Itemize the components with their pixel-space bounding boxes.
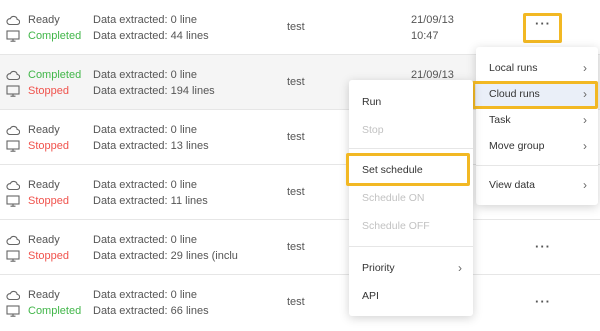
status-cell: Ready Stopped xyxy=(6,122,69,154)
highlight-box xyxy=(472,81,598,109)
menu-item-view-data[interactable]: View data › xyxy=(476,173,598,197)
task-name: test xyxy=(287,131,305,143)
menu-item-label: Priority xyxy=(362,262,395,274)
menu-item-stop: Stop xyxy=(362,124,384,136)
table-row[interactable]: Ready Stopped Data extracted: 0 line Dat… xyxy=(0,220,600,275)
menu-divider xyxy=(476,165,598,166)
task-name: test xyxy=(287,241,305,253)
cloud-icon xyxy=(6,15,20,26)
status-cell: Ready Stopped xyxy=(6,177,69,209)
menu-item-local-runs[interactable]: Local runs › xyxy=(476,56,598,80)
cloud-data-text: Data extracted: 0 line xyxy=(93,289,197,301)
monitor-icon xyxy=(6,195,20,207)
cloud-icon xyxy=(6,70,20,81)
monitor-icon xyxy=(6,305,20,317)
menu-item-label: Task xyxy=(489,114,511,126)
cloud-data-text: Data extracted: 0 line xyxy=(93,234,197,246)
data-cell: Data extracted: 0 line Data extracted: 1… xyxy=(93,122,209,154)
cloud-status: Ready xyxy=(28,234,60,246)
data-cell: Data extracted: 0 line Data extracted: 2… xyxy=(93,232,238,264)
highlight-box xyxy=(523,13,562,43)
local-status: Stopped xyxy=(28,195,69,207)
local-status: Stopped xyxy=(28,85,69,97)
chevron-right-icon: › xyxy=(583,61,587,75)
local-data-text: Data extracted: 66 lines xyxy=(93,305,209,317)
menu-item-api[interactable]: API xyxy=(349,284,473,308)
more-button[interactable]: ··· xyxy=(530,295,556,314)
cloud-data-text: Data extracted: 0 line xyxy=(93,179,197,191)
menu-item-move-group[interactable]: Move group › xyxy=(476,134,598,158)
menu-item-priority[interactable]: Priority › xyxy=(349,256,473,280)
highlight-box xyxy=(346,153,470,186)
time-text: 10:47 xyxy=(411,30,439,42)
local-status: Completed xyxy=(28,305,82,317)
menu-divider xyxy=(349,148,473,149)
data-cell: Data extracted: 0 line Data extracted: 1… xyxy=(93,67,215,99)
cloud-icon xyxy=(6,125,20,136)
local-data-text: Data extracted: 13 lines xyxy=(93,140,209,152)
task-name: test xyxy=(287,76,305,88)
cloud-icon xyxy=(6,235,20,246)
context-menu: Local runs › Cloud runs › Task › Move gr… xyxy=(476,47,598,205)
status-cell: Ready Completed xyxy=(6,12,81,44)
cloud-data-text: Data extracted: 0 line xyxy=(93,124,197,136)
data-cell: Data extracted: 0 line Data extracted: 6… xyxy=(93,287,209,319)
menu-item-label: Local runs xyxy=(489,62,538,74)
menu-divider xyxy=(349,246,473,247)
cloud-icon xyxy=(6,180,20,191)
menu-item-schedule-off: Schedule OFF xyxy=(362,220,430,232)
menu-item-label: Move group xyxy=(489,140,545,152)
local-status: Stopped xyxy=(28,140,69,152)
task-name: test xyxy=(287,21,305,33)
cloud-icon xyxy=(6,290,20,301)
task-name: test xyxy=(287,186,305,198)
cloud-status: Ready xyxy=(28,179,60,191)
cloud-status: Completed xyxy=(28,69,82,81)
monitor-icon xyxy=(6,250,20,262)
menu-item-task[interactable]: Task › xyxy=(476,108,598,132)
chevron-right-icon: › xyxy=(458,261,462,275)
local-status: Completed xyxy=(28,30,82,42)
data-cell: Data extracted: 0 line Data extracted: 4… xyxy=(93,12,209,44)
local-data-text: Data extracted: 29 lines (inclu xyxy=(93,250,238,262)
status-cell: Completed Stopped xyxy=(6,67,81,99)
status-cell: Ready Completed xyxy=(6,287,81,319)
date-text: 21/09/13 xyxy=(411,14,454,26)
local-data-text: Data extracted: 44 lines xyxy=(93,30,209,42)
local-data-text: Data extracted: 11 lines xyxy=(93,195,208,207)
table-row[interactable]: Ready Completed Data extracted: 0 line D… xyxy=(0,275,600,331)
cloud-data-text: Data extracted: 0 line xyxy=(93,69,197,81)
cloud-status: Ready xyxy=(28,289,60,301)
local-data-text: Data extracted: 194 lines xyxy=(93,85,215,97)
menu-item-run[interactable]: Run xyxy=(349,90,473,114)
menu-item-schedule-on: Schedule ON xyxy=(362,192,425,204)
chevron-right-icon: › xyxy=(583,113,587,127)
data-cell: Data extracted: 0 line Data extracted: 1… xyxy=(93,177,208,209)
monitor-icon xyxy=(6,140,20,152)
local-status: Stopped xyxy=(28,250,69,262)
monitor-icon xyxy=(6,30,20,42)
cloud-status: Ready xyxy=(28,14,60,26)
chevron-right-icon: › xyxy=(583,139,587,153)
time-cell: 21/09/13 10:47 xyxy=(411,12,454,44)
cloud-runs-submenu: Run Stop Set schedule Schedule ON Schedu… xyxy=(349,80,473,316)
menu-item-label: View data xyxy=(489,179,535,191)
chevron-right-icon: › xyxy=(583,178,587,192)
monitor-icon xyxy=(6,85,20,97)
cloud-data-text: Data extracted: 0 line xyxy=(93,14,197,26)
task-name: test xyxy=(287,296,305,308)
more-button[interactable]: ··· xyxy=(530,240,556,259)
status-cell: Ready Stopped xyxy=(6,232,69,264)
cloud-status: Ready xyxy=(28,124,60,136)
